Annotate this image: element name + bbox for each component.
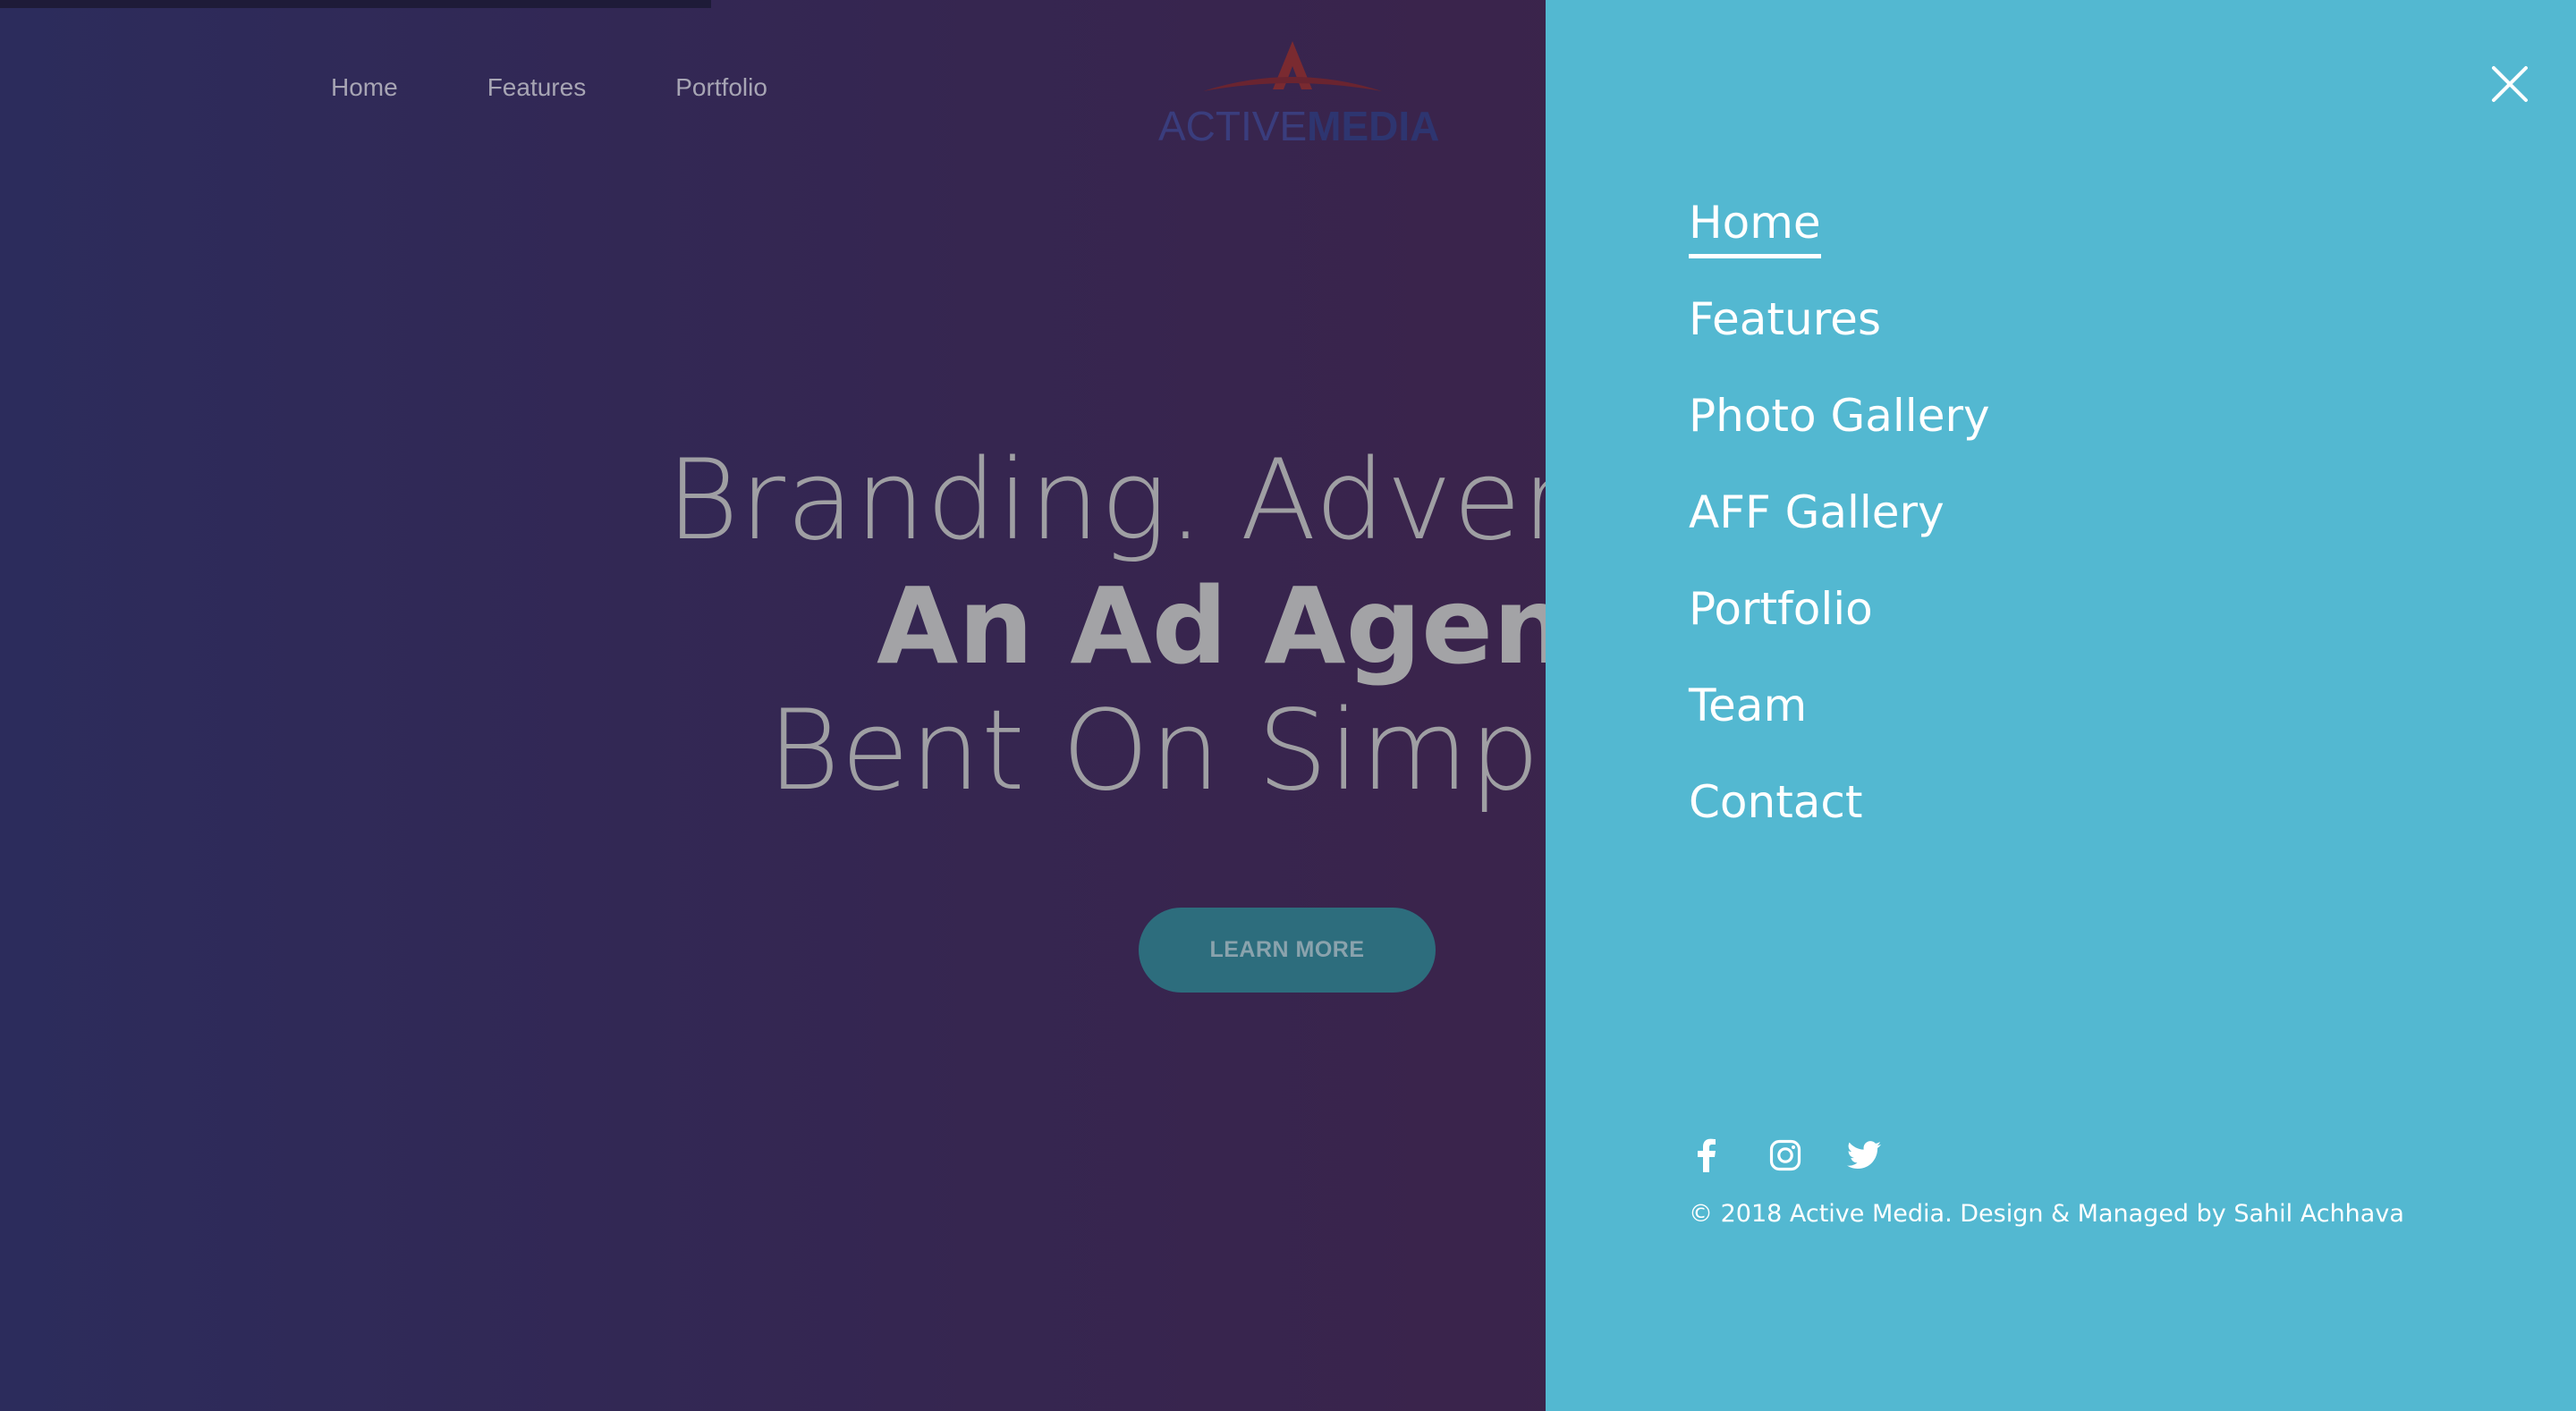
scroll-progress-bar <box>0 0 711 8</box>
topnav-features-link[interactable]: Features <box>487 73 587 102</box>
menu-item: Contact <box>1689 776 1990 873</box>
topnav-home-link[interactable]: Home <box>331 73 398 102</box>
menu-item: Home <box>1689 197 1990 293</box>
topnav-portfolio-link[interactable]: Portfolio <box>675 73 767 102</box>
logo-text-media: MEDIA <box>1307 103 1440 149</box>
menu-item-team[interactable]: Team <box>1689 680 1807 737</box>
learn-more-button[interactable]: LEARN MORE <box>1139 908 1436 993</box>
active-media-logo[interactable]: ACTIVEMEDIA <box>1158 36 1439 149</box>
logo-text-active: ACTIVE <box>1158 103 1308 149</box>
close-menu-button[interactable] <box>2488 63 2531 106</box>
top-navigation: Home Features Portfolio <box>331 73 767 102</box>
instagram-link[interactable] <box>1767 1137 1803 1173</box>
social-links <box>1689 1137 1882 1173</box>
side-menu-panel: Home Features Photo Gallery AFF Gallery … <box>1546 0 2576 1411</box>
menu-item-home[interactable]: Home <box>1689 197 1821 258</box>
instagram-icon <box>1769 1139 1801 1171</box>
menu-item: Portfolio <box>1689 583 1990 680</box>
copyright-text: © 2018 Active Media. Design & Managed by… <box>1689 1200 2404 1228</box>
close-icon <box>2492 66 2528 102</box>
logo-emblem-icon <box>1203 41 1382 91</box>
menu-item-contact[interactable]: Contact <box>1689 776 1863 833</box>
logo-text: ACTIVEMEDIA <box>1158 102 1439 150</box>
facebook-icon <box>1698 1138 1716 1172</box>
menu-item-photo-gallery[interactable]: Photo Gallery <box>1689 390 1990 447</box>
menu-item-features[interactable]: Features <box>1689 293 1881 351</box>
side-menu-list: Home Features Photo Gallery AFF Gallery … <box>1689 197 1990 873</box>
facebook-link[interactable] <box>1689 1137 1724 1173</box>
menu-item: Photo Gallery <box>1689 390 1990 486</box>
menu-item: Features <box>1689 293 1990 390</box>
twitter-link[interactable] <box>1846 1137 1882 1173</box>
menu-item-portfolio[interactable]: Portfolio <box>1689 583 1873 640</box>
menu-item: AFF Gallery <box>1689 486 1990 583</box>
menu-item-aff-gallery[interactable]: AFF Gallery <box>1689 486 1945 544</box>
twitter-icon <box>1847 1141 1881 1170</box>
menu-item: Team <box>1689 680 1990 776</box>
